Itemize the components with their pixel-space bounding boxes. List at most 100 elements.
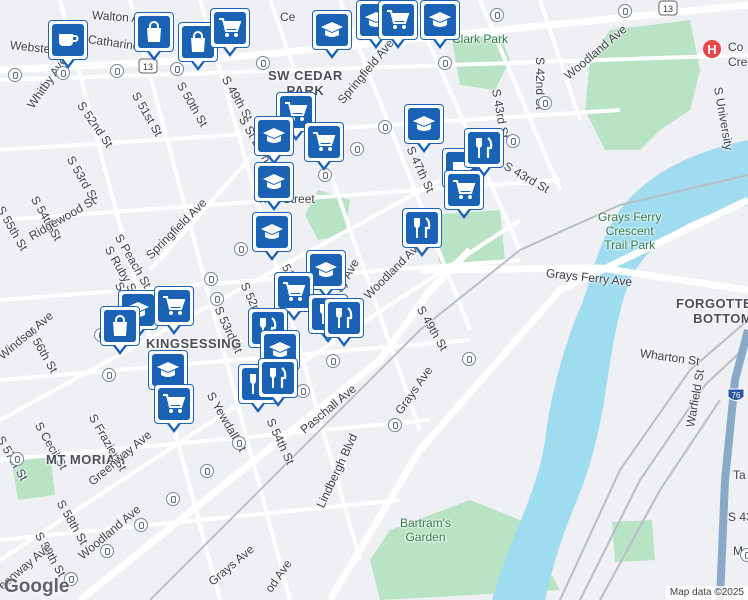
transit-stop-icon[interactable]: [102, 368, 116, 382]
transit-stop-icon[interactable]: [210, 292, 224, 306]
restaurant-poi-marker[interactable]: [464, 128, 504, 180]
transit-stop-icon[interactable]: [8, 68, 22, 82]
shopping-cart-poi-marker[interactable]: [154, 384, 194, 436]
transit-stop-icon[interactable]: [234, 242, 248, 256]
marker-frame: [304, 122, 344, 162]
restaurant-poi-marker[interactable]: [324, 298, 364, 350]
transit-stop-icon[interactable]: [256, 56, 270, 70]
shopping-cart-icon: [158, 290, 190, 322]
shopping-bag-icon: [104, 310, 136, 342]
marker-frame: [258, 358, 298, 398]
school-icon: [258, 120, 290, 152]
school-poi-marker[interactable]: [254, 162, 294, 214]
restaurant-poi-marker[interactable]: [402, 208, 442, 260]
marker-pointer: [113, 342, 127, 351]
marker-frame: [404, 104, 444, 144]
interstate-76-shield: 76: [727, 388, 745, 401]
transit-stop-icon[interactable]: [204, 272, 218, 286]
restaurant-poi-marker[interactable]: [258, 358, 298, 410]
transit-stop-icon[interactable]: [378, 120, 392, 134]
marker-frame: [464, 128, 504, 168]
hospital-icon[interactable]: H: [703, 40, 721, 58]
school-icon: [424, 4, 456, 36]
transit-stop-icon[interactable]: [740, 548, 748, 562]
shopping-cart-poi-marker[interactable]: [304, 122, 344, 174]
marker-frame: [48, 20, 88, 60]
route-13-label: 13: [663, 4, 673, 14]
transit-stop-icon[interactable]: [538, 96, 552, 110]
map-base-layer: [0, 0, 748, 600]
transit-stop-icon[interactable]: [200, 464, 214, 478]
marker-pointer: [433, 36, 447, 45]
shopping-cart-poi-marker[interactable]: [210, 8, 250, 60]
transit-stop-icon[interactable]: [10, 452, 24, 466]
marker-pointer: [391, 36, 405, 45]
shopping-cart-icon: [308, 126, 340, 158]
school-poi-marker[interactable]: [254, 116, 294, 168]
marker-pointer: [167, 322, 181, 331]
google-logo: Google: [4, 576, 70, 597]
shopping-cart-icon: [158, 388, 190, 420]
school-poi-marker[interactable]: [420, 0, 460, 52]
marker-pointer: [477, 164, 491, 173]
park-area: [612, 520, 655, 562]
map-canvas[interactable]: Walton Ave Catharine Webster Whitby Ave …: [0, 0, 748, 600]
school-icon: [256, 216, 288, 248]
shopping-bag-poi-marker[interactable]: [134, 12, 174, 64]
shopping-cart-poi-marker[interactable]: [154, 286, 194, 338]
marker-pointer: [265, 248, 279, 257]
marker-pointer: [267, 152, 281, 161]
shopping-bag-poi-marker[interactable]: [100, 306, 140, 358]
school-icon: [316, 14, 348, 46]
restaurant-icon: [262, 362, 294, 394]
transit-stop-icon[interactable]: [232, 436, 246, 450]
marker-frame: [252, 212, 292, 252]
restaurant-icon: [406, 212, 438, 244]
marker-pointer: [191, 58, 205, 67]
transit-stop-icon[interactable]: [350, 142, 364, 156]
shopping-bag-icon: [138, 16, 170, 48]
marker-pointer: [271, 394, 285, 403]
school-icon: [152, 354, 184, 386]
marker-frame: [154, 384, 194, 424]
transit-stop-icon[interactable]: [326, 354, 340, 368]
school-icon: [310, 254, 342, 286]
shopping-cart-icon: [278, 276, 310, 308]
coffee-poi-marker[interactable]: [48, 20, 88, 72]
marker-pointer: [167, 420, 181, 429]
marker-frame: [312, 10, 352, 50]
transit-stop-icon[interactable]: [618, 4, 632, 18]
transit-stop-icon[interactable]: [134, 518, 148, 532]
transit-stop-icon[interactable]: [490, 8, 504, 22]
school-poi-marker[interactable]: [312, 10, 352, 62]
transit-stop-icon[interactable]: [388, 418, 402, 432]
marker-pointer: [287, 308, 301, 317]
marker-frame: [154, 286, 194, 326]
transit-stop-icon[interactable]: [100, 544, 114, 558]
school-poi-marker[interactable]: [404, 104, 444, 156]
transit-stop-icon[interactable]: [462, 352, 476, 366]
transit-stop-icon[interactable]: [506, 134, 520, 148]
transit-stop-icon[interactable]: [296, 384, 310, 398]
transit-stop-icon[interactable]: [110, 64, 124, 78]
interstate-76-label: 76: [732, 391, 741, 400]
map-attribution[interactable]: Map data ©2025: [665, 586, 748, 600]
shopping-cart-poi-marker[interactable]: [378, 0, 418, 52]
transit-stop-icon[interactable]: [438, 56, 452, 70]
marker-frame: [402, 208, 442, 248]
marker-pointer: [267, 198, 281, 207]
marker-pointer: [147, 48, 161, 57]
marker-pointer: [317, 158, 331, 167]
school-icon: [258, 166, 290, 198]
transit-stop-icon[interactable]: [166, 492, 180, 506]
marker-pointer: [325, 46, 339, 55]
marker-pointer: [415, 244, 429, 253]
coffee-icon: [52, 24, 84, 56]
marker-frame: [210, 8, 250, 48]
school-poi-marker[interactable]: [252, 212, 292, 264]
restaurant-icon: [468, 132, 500, 164]
shopping-cart-icon: [382, 4, 414, 36]
marker-pointer: [457, 206, 471, 215]
marker-frame: [378, 0, 418, 40]
restaurant-icon: [328, 302, 360, 334]
